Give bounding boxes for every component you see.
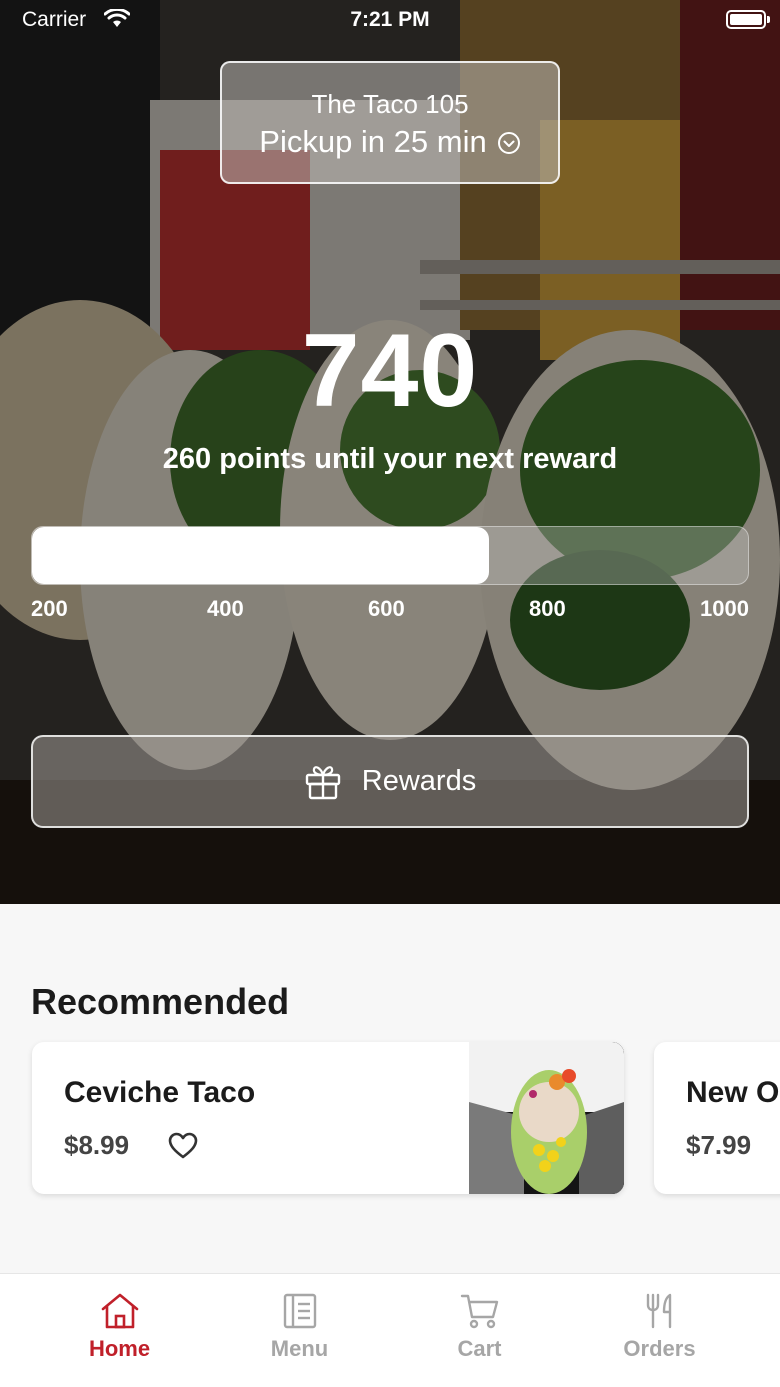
cart-icon xyxy=(460,1294,498,1329)
rewards-button[interactable]: Rewards xyxy=(31,735,749,828)
item-name: New O xyxy=(686,1076,780,1109)
points-balance: 740 xyxy=(301,313,479,429)
rewards-button-label: Rewards xyxy=(361,765,477,797)
item-price: $8.99 xyxy=(64,1130,130,1160)
tab-cart[interactable]: Cart xyxy=(382,1292,577,1362)
rewards-progress-bar xyxy=(31,526,749,585)
tick-label: 400 xyxy=(207,596,244,621)
pickup-time: Pickup in 25 min xyxy=(222,124,558,160)
status-bar: Carrier 7:21 PM xyxy=(0,0,780,40)
tab-orders[interactable]: Orders xyxy=(562,1292,757,1362)
tab-label: Cart xyxy=(457,1336,502,1361)
rewards-progress-fill xyxy=(32,527,489,584)
tick-label: 1000 xyxy=(700,596,749,621)
recommended-item-card[interactable]: Ceviche Taco $8.99 xyxy=(32,1042,624,1194)
fork-knife-icon xyxy=(646,1293,671,1329)
recommended-item-card[interactable]: New O $7.99 xyxy=(654,1042,780,1194)
tab-home[interactable]: Home xyxy=(22,1292,217,1362)
app-screen: Carrier 7:21 PM The Taco 105 Pickup in 2… xyxy=(0,0,780,1387)
tab-menu[interactable]: Menu xyxy=(202,1292,397,1362)
points-until-reward: 260 points until your next reward xyxy=(162,443,618,475)
tick-label: 600 xyxy=(368,596,405,621)
location-selector[interactable]: The Taco 105 Pickup in 25 min xyxy=(220,61,560,184)
tick-label: 800 xyxy=(529,596,566,621)
item-price: $7.99 xyxy=(686,1130,752,1160)
battery-icon xyxy=(726,10,770,29)
tab-bar: Home Menu Cart Orders xyxy=(0,1273,780,1387)
chevron-down-circle-icon xyxy=(497,132,520,154)
item-name: Ceviche Taco xyxy=(64,1076,256,1109)
gift-icon xyxy=(305,765,340,799)
home-icon xyxy=(101,1293,138,1329)
tab-label: Menu xyxy=(270,1336,329,1361)
tick-label: 200 xyxy=(31,596,68,621)
item-image xyxy=(469,1042,624,1194)
store-name: The Taco 105 xyxy=(311,89,469,119)
clock: 7:21 PM xyxy=(350,8,430,31)
heart-icon[interactable] xyxy=(168,1132,198,1160)
tab-label: Orders xyxy=(623,1336,696,1361)
recommended-heading: Recommended xyxy=(31,981,290,1022)
pickup-label: Pickup in 25 min xyxy=(259,124,487,159)
menu-icon xyxy=(283,1293,316,1329)
tab-label: Home xyxy=(88,1336,151,1361)
progress-ticks: 200 400 600 800 1000 xyxy=(31,596,749,626)
